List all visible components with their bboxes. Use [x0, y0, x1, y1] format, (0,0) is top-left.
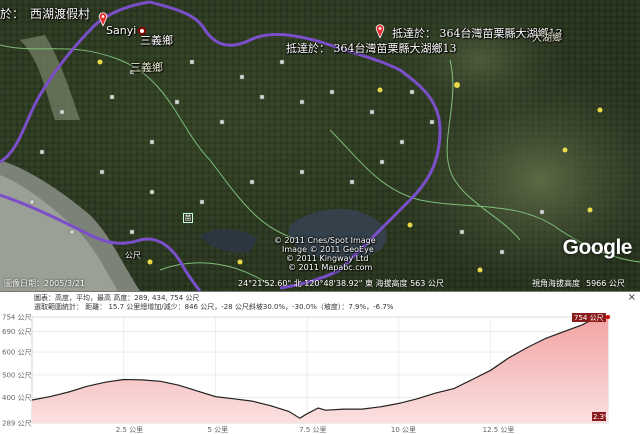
- elevation-chart[interactable]: 754 公尺 690 公尺 600 公尺 500 公尺 400 公尺 289 公尺 2.5…: [0, 292, 640, 434]
- eye-altitude-value: 5966 公尺: [586, 279, 625, 288]
- y-tick-label: 754 公尺: [2, 314, 32, 322]
- label-sanyi-en: Sanyi: [106, 24, 137, 37]
- satellite-map[interactable]: 於： 西湖渡假村 Sanyi 三義鄉 三義鄉 抵達於： 364台灣苗栗縣大湖鄉1…: [0, 0, 640, 291]
- x-axis-ticks: 2.5 公里 5 公里 7.5 公里 10 公里 12.5 公里: [116, 426, 515, 434]
- y-tick-label: 289 公尺: [2, 420, 32, 428]
- x-tick-label: 10 公里: [391, 426, 416, 434]
- attribution-line-1: © 2011 Cnes/Spot Image: [274, 236, 376, 245]
- y-tick-label: 690 公尺: [2, 328, 32, 336]
- x-tick-label: 5 公里: [207, 426, 228, 434]
- y-tick-label: 400 公尺: [2, 394, 32, 402]
- grade-text: 2.3%: [593, 413, 611, 421]
- x-tick-label: 7.5 公里: [299, 426, 326, 434]
- label-sanyi-township-2: 三義鄉: [130, 61, 163, 74]
- label-sanyi-township: 三義鄉: [140, 34, 173, 47]
- end-point-marker: [606, 315, 610, 319]
- label-altitude: 公尺: [125, 251, 141, 260]
- map-status-bar: 圖像日期：2005/3/21 24°21'52.60" 北 120°48'38.…: [0, 275, 640, 291]
- google-logo: Google: [562, 236, 633, 259]
- red-pin-icon[interactable]: [375, 24, 385, 38]
- x-tick-label: 2.5 公里: [116, 426, 143, 434]
- y-axis-ticks: 754 公尺 690 公尺 600 公尺 500 公尺 400 公尺 289 公尺: [2, 314, 32, 428]
- label-arrive-2: 抵達於： 364台灣苗栗縣大湖鄉13: [286, 42, 457, 55]
- x-tick-label: 12.5 公里: [483, 426, 515, 434]
- label-arrive-prefix: 於：: [0, 7, 25, 21]
- attribution-line-4: © 2011 Mapabc.com: [288, 263, 373, 272]
- y-tick-label: 600 公尺: [2, 349, 32, 357]
- max-elevation-text: 754 公尺: [574, 314, 604, 322]
- attribution-line-3: © 2011 Kingway Ltd: [286, 254, 369, 263]
- label-dahu-township: 大湖鄉: [532, 33, 562, 44]
- imagery-date: 圖像日期：2005/3/21: [4, 279, 86, 288]
- label-west-lake-resort: 西湖渡假村: [30, 7, 91, 21]
- elevation-profile-panel[interactable]: 圖表：高度，平均，最高 高度：289, 434, 754 公尺 選取範圍統計： …: [0, 291, 640, 434]
- cursor-coordinates: 24°21'52.60" 北 120°48'38.92" 東 海拔高度 563 …: [238, 279, 444, 288]
- y-tick-label: 500 公尺: [2, 371, 32, 379]
- eye-altitude-label: 視角海拔高度: [532, 279, 580, 288]
- attribution-line-2: Image © 2011 GeoEye: [282, 245, 374, 254]
- road-marker-icon: 苗: [183, 213, 193, 223]
